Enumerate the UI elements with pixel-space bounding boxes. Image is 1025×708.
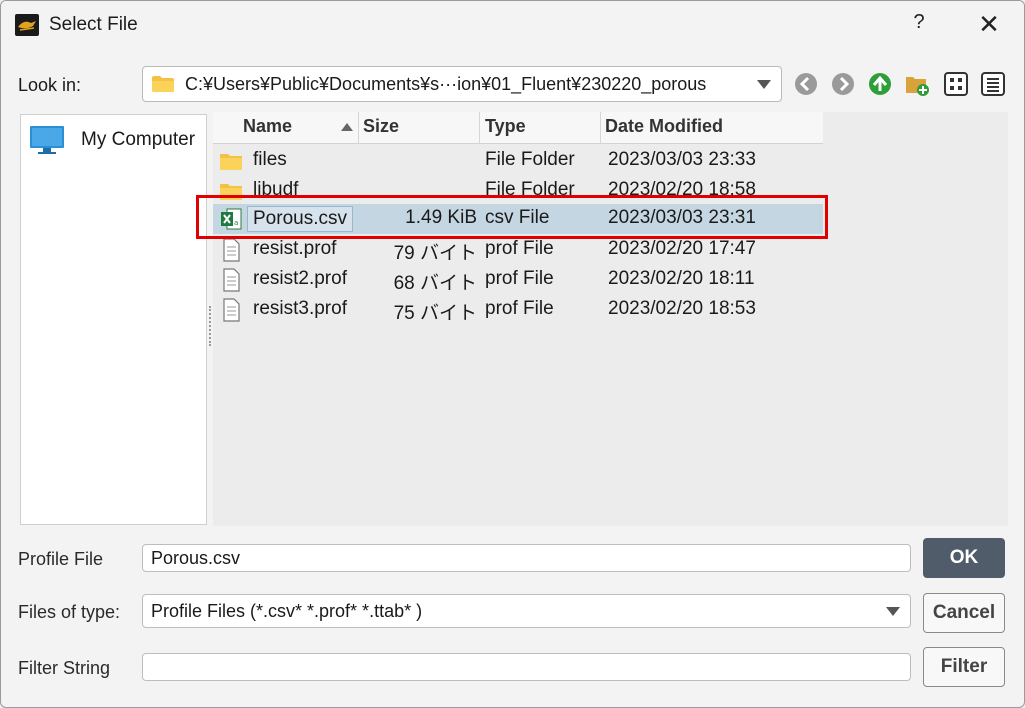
look-in-combobox[interactable]: C:¥Users¥Public¥Documents¥s···ion¥01_Flu… — [142, 66, 782, 102]
files-of-type-select[interactable]: Profile Files (*.csv* *.prof* *.ttab* ) — [142, 594, 911, 628]
close-button[interactable]: ✕ — [973, 9, 1005, 41]
file-name: libudf — [253, 179, 299, 200]
folder-icon — [220, 154, 242, 170]
file-size: 75 バイト — [393, 303, 477, 324]
column-header-label: Type — [485, 116, 526, 136]
look-in-path: C:¥Users¥Public¥Documents¥s···ion¥01_Flu… — [185, 74, 707, 94]
look-in-label: Look in: — [18, 75, 82, 95]
file-type: File Folder — [485, 179, 575, 200]
sidebar-item-label: My Computer — [81, 129, 196, 150]
file-date: 2023/02/20 18:53 — [608, 298, 756, 319]
files-of-type-value: Profile Files (*.csv* *.prof* *.ttab* ) — [151, 601, 423, 621]
file-date: 2023/02/20 18:58 — [608, 179, 756, 200]
file-type: csv File — [485, 207, 550, 228]
select-file-dialog: Select File ? ✕ Look in: C:¥Users¥Public… — [0, 0, 1025, 708]
file-size: 68 バイト — [393, 273, 477, 294]
file-name: resist2.prof — [253, 268, 347, 289]
chevron-down-icon[interactable] — [886, 607, 900, 616]
file-type: prof File — [485, 268, 554, 289]
file-date: 2023/02/20 17:47 — [608, 238, 756, 259]
filter-string-label: Filter String — [18, 658, 111, 678]
filter-string-input[interactable] — [142, 653, 911, 681]
document-icon — [223, 268, 240, 292]
column-header-size[interactable]: Size — [359, 112, 480, 144]
files-of-type-label: Files of type: — [18, 602, 121, 622]
file-row[interactable]: resist2.prof 68 バイト prof File 2023/02/20… — [213, 265, 823, 295]
back-arrow-icon[interactable] — [793, 71, 819, 97]
up-folder-icon[interactable] — [867, 71, 893, 97]
profile-file-input[interactable] — [142, 544, 911, 572]
file-size: 1.49 KiB — [405, 207, 477, 228]
app-logo-icon — [15, 14, 39, 36]
column-header-label: Name — [243, 116, 293, 136]
file-list[interactable]: Name Size Type Date Modified files File … — [213, 112, 1008, 526]
folder-icon — [152, 76, 174, 92]
file-name-box: Porous.csv — [247, 206, 353, 232]
excel-csv-icon: a — [221, 208, 242, 230]
chevron-down-icon[interactable] — [757, 80, 771, 89]
column-header-label: Size — [363, 116, 400, 136]
file-size: 79 バイト — [393, 243, 477, 264]
help-button[interactable]: ? — [907, 11, 931, 39]
title-bar[interactable]: Select File ? ✕ — [1, 1, 1024, 51]
file-name: files — [253, 149, 287, 170]
file-row[interactable]: files File Folder 2023/03/03 23:33 — [213, 146, 823, 176]
file-name: resist.prof — [253, 238, 337, 259]
filter-button[interactable]: Filter — [923, 647, 1005, 687]
file-row[interactable]: resist3.prof 75 バイト prof File 2023/02/20… — [213, 295, 823, 325]
file-type: prof File — [485, 298, 554, 319]
ok-button[interactable]: OK — [923, 538, 1005, 578]
sidebar-item-my-computer[interactable]: My Computer — [27, 121, 203, 155]
forward-arrow-icon[interactable] — [830, 71, 856, 97]
file-date: 2023/02/20 18:11 — [608, 268, 755, 289]
file-row[interactable]: resist.prof 79 バイト prof File 2023/02/20 … — [213, 235, 823, 265]
computer-icon — [30, 126, 64, 154]
file-list-header: Name Size Type Date Modified — [213, 112, 823, 144]
file-type: prof File — [485, 238, 554, 259]
file-name: Porous.csv — [253, 208, 347, 229]
document-icon — [223, 238, 240, 262]
file-row[interactable]: libudf File Folder 2023/02/20 18:58 — [213, 176, 823, 206]
file-row-selected[interactable]: a Porous.csv 1.49 KiB csv File 2023/03/0… — [213, 204, 823, 234]
places-sidebar: My Computer — [20, 114, 207, 525]
column-header-name[interactable]: Name — [213, 112, 359, 144]
window-title: Select File — [49, 14, 138, 35]
file-type: File Folder — [485, 149, 575, 170]
file-name: resist3.prof — [253, 298, 347, 319]
column-header-label: Date Modified — [605, 116, 724, 136]
new-folder-icon[interactable] — [904, 71, 930, 97]
cancel-button[interactable]: Cancel — [923, 593, 1005, 633]
column-header-type[interactable]: Type — [480, 112, 601, 144]
svg-text:a: a — [234, 219, 238, 227]
profile-file-label: Profile File — [18, 549, 104, 569]
detail-view-icon[interactable] — [980, 71, 1006, 97]
document-icon — [223, 298, 240, 322]
file-date: 2023/03/03 23:31 — [608, 207, 756, 228]
column-header-date-modified[interactable]: Date Modified — [601, 112, 823, 144]
folder-icon — [220, 184, 242, 200]
sort-ascending-icon — [341, 123, 353, 131]
list-view-icon[interactable] — [943, 71, 969, 97]
pane-splitter[interactable] — [209, 306, 212, 346]
file-date: 2023/03/03 23:33 — [608, 149, 756, 170]
